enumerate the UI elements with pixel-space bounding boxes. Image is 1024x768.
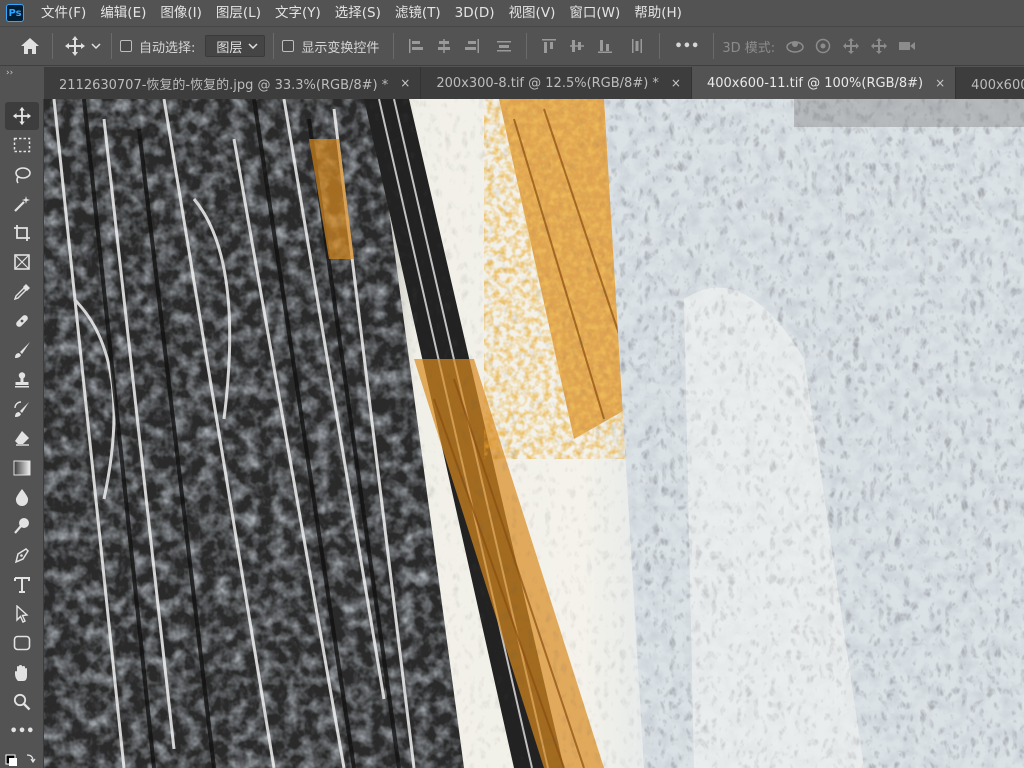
separator [52,33,53,59]
type-icon[interactable] [5,571,39,599]
menu-file[interactable]: 文件(F) [34,0,93,26]
edit-toolbar-button[interactable]: ••• [5,717,39,745]
align-right-icon[interactable] [458,32,486,60]
layer-dropdown-value: 图层 [216,40,243,56]
zoom-icon[interactable] [5,688,39,716]
document-tabs: 2112630707-恢复的-恢复的.jpg @ 33.3%(RGB/8#) *… [44,67,1024,99]
tab-label: 2112630707-恢复的-恢复的.jpg @ 33.3%(RGB/8#) * [59,77,389,93]
pen-icon[interactable] [5,541,39,569]
healing-brush-icon[interactable] [5,307,39,335]
move-tool-icon[interactable] [5,102,39,130]
frame-icon[interactable] [5,248,39,276]
menu-bar: Ps 文件(F) 编辑(E) 图像(I) 图层(L) 文字(Y) 选择(S) 滤… [0,0,1024,26]
tab-document-3[interactable]: 400x600-11.tif @ 100%(RGB/8#) × [691,67,957,99]
menu-image[interactable]: 图像(I) [153,0,209,26]
path-selection-icon[interactable] [5,600,39,628]
auto-select-label: 自动选择: [139,40,196,56]
3d-slide-icon[interactable] [865,32,893,60]
close-icon[interactable]: × [935,76,945,90]
magic-wand-icon[interactable] [5,190,39,218]
3d-camera-icon[interactable] [893,32,921,60]
tab-label: 400x600-效果图-咖啡色 [971,77,1024,93]
rectangle-shape-icon[interactable] [5,629,39,657]
photoshop-logo-icon: Ps [6,4,24,22]
chevron-down-icon [248,43,258,49]
clone-stamp-icon[interactable] [5,366,39,394]
history-brush-icon[interactable] [5,395,39,423]
menu-layer[interactable]: 图层(L) [209,0,268,26]
brush-icon[interactable] [5,336,39,364]
gradient-icon[interactable] [5,454,39,482]
3d-orbit-icon[interactable] [781,32,809,60]
eyedropper-icon[interactable] [5,278,39,306]
menu-window[interactable]: 窗口(W) [562,0,627,26]
show-transform-checkbox[interactable] [282,40,295,52]
document-canvas[interactable] [44,99,1024,768]
separator [273,33,275,59]
rectangular-marquee-icon[interactable] [5,131,39,159]
move-tool-preset-icon[interactable] [61,32,89,60]
lasso-icon[interactable] [5,161,39,189]
align-left-icon[interactable] [402,32,430,60]
tab-document-2[interactable]: 200x300-8.tif @ 12.5%(RGB/8#) * × [421,67,692,99]
menu-filter[interactable]: 滤镜(T) [388,0,448,26]
collapse-panel-icon[interactable]: ›› [0,67,44,79]
tab-label: 400x600-11.tif @ 100%(RGB/8#) [706,75,924,91]
3d-roll-icon[interactable] [809,32,837,60]
3d-pan-icon[interactable] [837,32,865,60]
separator [659,33,661,59]
more-options-button[interactable]: ••• [668,39,705,54]
crop-icon[interactable] [5,219,39,247]
blur-icon[interactable] [5,483,39,511]
align-bottom-icon[interactable] [591,32,619,60]
tab-document-1[interactable]: 2112630707-恢复的-恢复的.jpg @ 33.3%(RGB/8#) *… [44,67,422,99]
3d-mode-label: 3D 模式: [722,40,776,56]
menu-3d[interactable]: 3D(D) [448,0,502,26]
auto-select-checkbox[interactable] [120,40,132,52]
separator [111,33,112,59]
layer-dropdown[interactable]: 图层 [205,35,266,57]
distribute-vertical-icon[interactable] [490,32,518,60]
align-top-icon[interactable] [535,32,563,60]
tools-panel: ••• [0,99,44,768]
menu-edit[interactable]: 编辑(E) [93,0,153,26]
menu-type[interactable]: 文字(Y) [268,0,328,26]
separator [526,33,528,59]
menu-help[interactable]: 帮助(H) [627,0,689,26]
align-vertical-center-icon[interactable] [563,32,591,60]
home-icon[interactable] [16,32,44,60]
show-transform-label: 显示变换控件 [301,40,380,56]
hand-icon[interactable] [5,659,39,687]
chevron-down-icon[interactable] [89,32,103,60]
color-swatches[interactable] [5,752,39,766]
dodge-icon[interactable] [5,512,39,540]
close-icon[interactable]: × [400,76,410,90]
options-bar: 自动选择: 图层 显示变换控件 ••• 3D 模式: [0,26,1024,66]
separator [393,33,395,59]
distribute-horizontal-icon[interactable] [623,32,651,60]
artwork-image [44,99,1024,768]
close-icon[interactable]: × [671,76,681,90]
menu-select[interactable]: 选择(S) [328,0,388,26]
separator [713,33,715,59]
eraser-icon[interactable] [5,424,39,452]
menu-view[interactable]: 视图(V) [502,0,563,26]
tab-document-4[interactable]: 400x600-效果图-咖啡色 [956,67,1024,99]
tab-label: 200x300-8.tif @ 12.5%(RGB/8#) * [436,75,659,91]
align-horizontal-center-icon[interactable] [430,32,458,60]
